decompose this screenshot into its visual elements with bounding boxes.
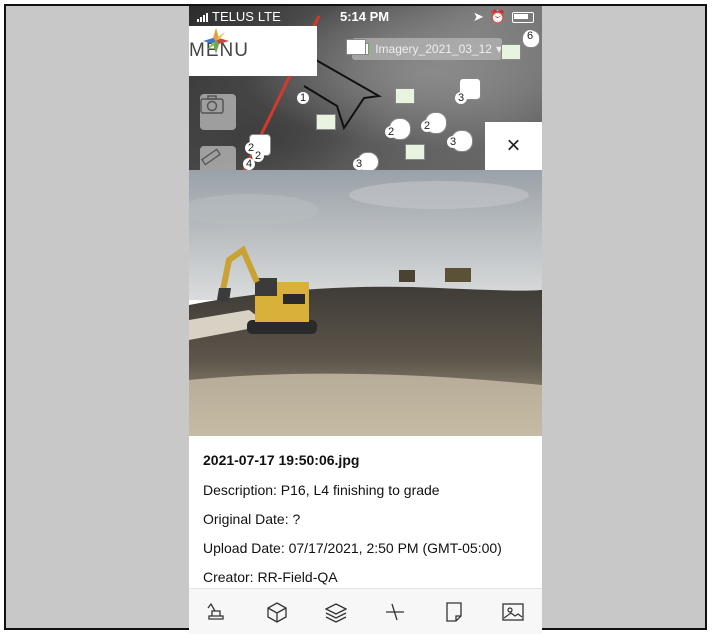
camera-icon <box>200 95 224 114</box>
pin-count: 3 <box>447 136 460 148</box>
battery-icon <box>512 11 534 23</box>
measure-icon <box>385 603 404 621</box>
tab-equipment[interactable] <box>202 596 234 628</box>
photo-pin[interactable] <box>316 114 336 130</box>
photo-original-date: Original Date: ? <box>203 511 301 527</box>
tab-layers[interactable] <box>320 596 352 628</box>
pin-count: 3 <box>455 92 468 104</box>
pin-count: 4 <box>243 158 256 170</box>
photo-preview[interactable] <box>189 170 542 436</box>
layer-name: Imagery_2021_03_12 <box>375 42 492 56</box>
photo-creator: Creator: RR-Field-QA <box>203 569 338 585</box>
close-icon: × <box>506 132 521 159</box>
document-icon <box>446 602 462 622</box>
pin-count: 1 <box>297 92 310 104</box>
construction-photo <box>189 170 542 436</box>
photo-details: 2021-07-17 19:50:06.jpg Description: P16… <box>189 436 542 586</box>
tab-3d[interactable] <box>261 596 293 628</box>
location-icon: ➤ <box>472 9 484 24</box>
signal-icon <box>197 12 208 22</box>
excavator-icon <box>207 602 225 620</box>
layer-selector[interactable]: Imagery_2021_03_12 ▾ <box>352 38 502 60</box>
cube-icon <box>267 602 287 623</box>
image-icon <box>501 603 524 621</box>
pin-count: 3 <box>353 158 366 170</box>
phone-screen: MENU Imagery_2021_03_12 ▾ 1 2 2 3 3 2 3 … <box>189 6 542 634</box>
pin-count: 2 <box>421 120 434 132</box>
photo-filename: 2021-07-17 19:50:06.jpg <box>203 452 360 468</box>
photo-pin[interactable] <box>501 44 521 60</box>
carrier-name: TELUS <box>212 9 254 24</box>
app-logo-icon <box>203 28 229 54</box>
close-button[interactable]: × <box>485 122 542 170</box>
map-view[interactable]: MENU Imagery_2021_03_12 ▾ 1 2 2 3 3 2 3 … <box>189 6 542 182</box>
photo-pin[interactable] <box>346 39 366 55</box>
bottom-tab-bar <box>189 588 542 634</box>
network-type: LTE <box>257 9 281 24</box>
alarm-icon: ⏰ <box>489 9 506 24</box>
tab-documents[interactable] <box>438 596 470 628</box>
camera-button[interactable] <box>200 94 236 130</box>
ruler-icon <box>201 148 221 166</box>
pin-count: 2 <box>385 126 398 138</box>
clock: 5:14 PM <box>340 9 390 24</box>
photo-upload-date: Upload Date: 07/17/2021, 2:50 PM (GMT-05… <box>203 540 502 556</box>
photo-pin[interactable] <box>395 88 415 104</box>
tab-measure[interactable] <box>379 596 411 628</box>
status-bar: TELUS LTE 5:14 PM ➤ ⏰ <box>189 6 542 26</box>
photo-pin[interactable] <box>405 144 425 160</box>
menu-button[interactable]: MENU <box>189 26 317 76</box>
layers-icon <box>325 603 348 623</box>
tab-images[interactable] <box>497 596 529 628</box>
pin-count: 6 <box>524 30 537 42</box>
photo-description: Description: P16, L4 finishing to grade <box>203 482 440 498</box>
